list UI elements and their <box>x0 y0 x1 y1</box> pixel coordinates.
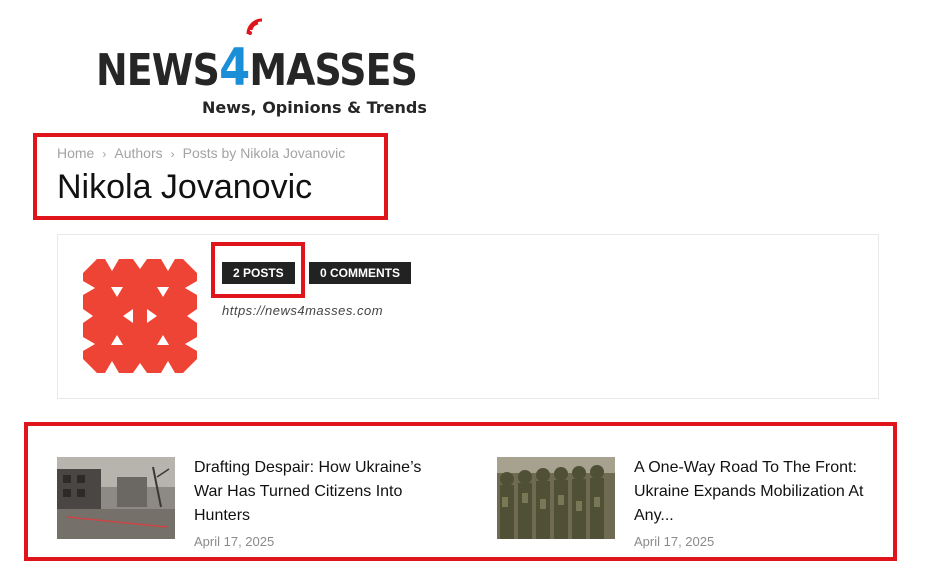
destroyed-building-photo <box>57 457 175 539</box>
author-website-link[interactable]: https://news4masses.com <box>222 303 383 318</box>
signal-icon <box>246 18 263 35</box>
comments-count-badge: 0 COMMENTS <box>309 262 412 284</box>
post-title-link[interactable]: A One-Way Road To The Front: Ukraine Exp… <box>634 456 884 528</box>
post-thumbnail[interactable] <box>57 457 175 539</box>
highlight-title-box <box>33 133 388 220</box>
author-avatar <box>83 259 197 373</box>
site-logo[interactable]: NEWS4MASSES News, Opinions & Trends <box>96 12 427 120</box>
logo-tagline: News, Opinions & Trends <box>202 98 427 117</box>
post-title-link[interactable]: Drafting Despair: How Ukraine’s War Has … <box>194 456 444 528</box>
post-date: April 17, 2025 <box>634 534 715 549</box>
logo-wordmark: NEWS4MASSES <box>96 42 418 96</box>
post-thumbnail[interactable] <box>497 457 615 539</box>
logo-news: NEWS <box>96 45 220 96</box>
soldiers-formation-photo <box>497 457 615 539</box>
logo-four: 4 <box>219 38 250 98</box>
highlight-posts-badge-box <box>211 242 305 298</box>
post-date: April 17, 2025 <box>194 534 275 549</box>
logo-masses: MASSES <box>249 45 418 96</box>
